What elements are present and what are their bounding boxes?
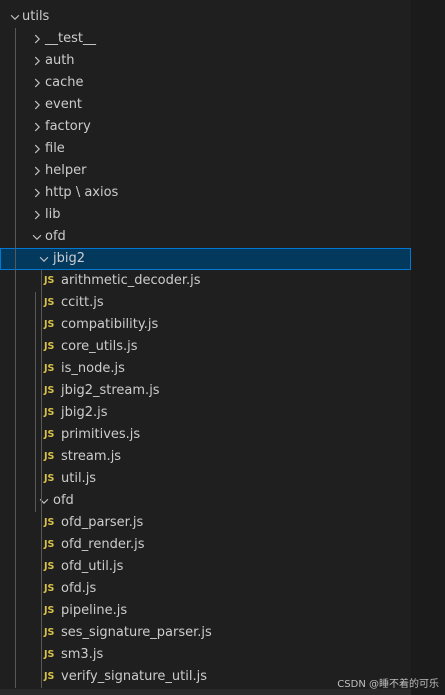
chevron-right-icon[interactable] [30, 160, 44, 182]
tree-folder-row[interactable]: event [0, 94, 411, 116]
tree-folder-row[interactable]: cache [0, 72, 411, 94]
folder-label: utils [22, 9, 50, 24]
chevron-right-icon[interactable] [30, 182, 44, 204]
tree-file-row[interactable]: JS jbig2.js [0, 402, 411, 424]
tree-file-row[interactable]: JS ofd_render.js [0, 534, 411, 556]
tree-file-row[interactable]: JS core_utils.js [0, 336, 411, 358]
tree-file-row[interactable]: JS util.js [0, 468, 411, 490]
chevron-right-icon[interactable] [30, 50, 44, 72]
file-label: pipeline.js [61, 603, 128, 618]
tree-file-row[interactable]: JS pipeline.js [0, 600, 411, 622]
file-label: ccitt.js [61, 295, 104, 310]
tree-folder-row[interactable]: ofd [0, 490, 411, 512]
file-label: util.js [61, 471, 97, 486]
tree-file-row[interactable]: JS is_node.js [0, 358, 411, 380]
javascript-file-icon: JS [44, 539, 55, 550]
javascript-file-icon: JS [44, 605, 55, 616]
folder-label: jbig2 [53, 251, 85, 266]
tree-folder-row[interactable]: ofd [0, 226, 411, 248]
tree-folder-row[interactable]: jbig2 [0, 248, 411, 270]
chevron-down-icon[interactable] [30, 226, 44, 248]
tree-file-row[interactable]: JS ses_signature_parser.js [0, 622, 411, 644]
file-label: ofd.js [61, 581, 97, 596]
tree-file-row[interactable]: JS arithmetic_decoder.js [0, 270, 411, 292]
watermark: CSDN @睡不着的可乐 [337, 679, 439, 690]
javascript-file-icon: JS [44, 341, 55, 352]
indent-guide [41, 270, 42, 688]
chevron-down-icon[interactable] [8, 6, 22, 28]
chevron-right-icon[interactable] [30, 72, 44, 94]
tree-folder-row[interactable]: utils [0, 6, 411, 28]
javascript-file-icon: JS [44, 363, 55, 374]
javascript-file-icon: JS [44, 297, 55, 308]
javascript-file-icon: JS [44, 583, 55, 594]
javascript-file-icon: JS [44, 385, 55, 396]
file-label: jbig2_stream.js [61, 383, 160, 398]
chevron-right-icon[interactable] [30, 204, 44, 226]
folder-label: cache [45, 75, 84, 90]
file-label: stream.js [61, 449, 122, 464]
file-label: arithmetic_decoder.js [61, 273, 201, 288]
chevron-right-icon[interactable] [30, 94, 44, 116]
file-label: ses_signature_parser.js [61, 625, 212, 640]
file-explorer: utils __test__auth cache event factory file he… [0, 0, 445, 695]
folder-label: file [45, 141, 65, 156]
file-label: verify_signature_util.js [61, 669, 208, 684]
tree-file-row[interactable]: JS ofd_parser.js [0, 512, 411, 534]
javascript-file-icon: JS [44, 649, 55, 660]
chevron-right-icon[interactable] [30, 28, 44, 50]
file-label: ofd_parser.js [61, 515, 144, 530]
file-label: core_utils.js [61, 339, 138, 354]
javascript-file-icon: JS [44, 275, 55, 286]
tree-folder-row[interactable]: file [0, 138, 411, 160]
tree-folder-row[interactable]: http \ axios [0, 182, 411, 204]
folder-label: ofd [45, 229, 66, 244]
file-label: primitives.js [61, 427, 141, 442]
folder-label: event [45, 97, 83, 112]
javascript-file-icon: JS [44, 473, 55, 484]
tree-file-row[interactable]: JS sm3.js [0, 644, 411, 666]
tree-folder-row[interactable]: helper [0, 160, 411, 182]
file-label: ofd_util.js [61, 559, 124, 574]
javascript-file-icon: JS [44, 429, 55, 440]
vertical-scrollbar[interactable] [411, 0, 445, 695]
tree-folder-row[interactable]: __test__ [0, 28, 411, 50]
indent-guide [35, 292, 36, 512]
file-label: compatibility.js [61, 317, 159, 332]
javascript-file-icon: JS [44, 407, 55, 418]
file-label: sm3.js [61, 647, 104, 662]
file-label: is_node.js [61, 361, 125, 376]
tree-file-row[interactable]: JS primitives.js [0, 424, 411, 446]
tree-file-row[interactable]: JS stream.js [0, 446, 411, 468]
folder-label: auth [45, 53, 75, 68]
folder-label: http \ axios [45, 185, 119, 200]
tree-folder-row[interactable]: lib [0, 204, 411, 226]
folder-label: factory [45, 119, 91, 134]
folder-label: helper [45, 163, 87, 178]
javascript-file-icon: JS [44, 517, 55, 528]
tree-file-row[interactable]: JS ofd.js [0, 578, 411, 600]
tree-file-row[interactable]: JS compatibility.js [0, 314, 411, 336]
tree-folder-row[interactable]: auth [0, 50, 411, 72]
indent-guide [15, 28, 16, 688]
folder-label: ofd [53, 493, 74, 508]
chevron-down-icon[interactable] [37, 248, 51, 270]
javascript-file-icon: JS [44, 671, 55, 682]
file-tree: utils __test__auth cache event factory file he… [0, 6, 411, 688]
tree-folder-row[interactable]: factory [0, 116, 411, 138]
file-label: jbig2.js [61, 405, 108, 420]
javascript-file-icon: JS [44, 561, 55, 572]
tree-file-row[interactable]: JS ccitt.js [0, 292, 411, 314]
javascript-file-icon: JS [44, 451, 55, 462]
chevron-right-icon[interactable] [30, 138, 44, 160]
file-label: ofd_render.js [61, 537, 145, 552]
javascript-file-icon: JS [44, 627, 55, 638]
tree-file-row[interactable]: JS ofd_util.js [0, 556, 411, 578]
folder-label: lib [45, 207, 61, 222]
folder-label: __test__ [45, 31, 96, 46]
chevron-down-icon[interactable] [37, 490, 51, 512]
javascript-file-icon: JS [44, 319, 55, 330]
chevron-right-icon[interactable] [30, 116, 44, 138]
tree-file-row[interactable]: JS jbig2_stream.js [0, 380, 411, 402]
